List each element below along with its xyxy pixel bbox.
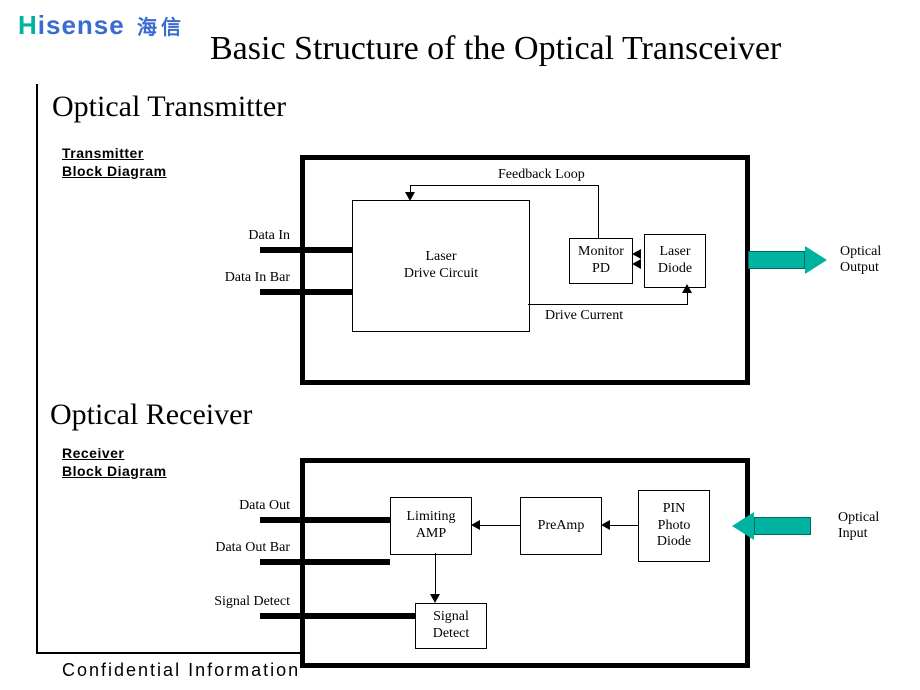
data-in-bar-wire (260, 289, 352, 295)
laser-drive-circuit-box: Laser Drive Circuit (352, 200, 530, 332)
preamp-box: PreAmp (520, 497, 602, 555)
transmitter-sub-line1: Transmitter (62, 145, 144, 161)
frame-vertical (36, 84, 38, 654)
data-in-wire (260, 247, 352, 253)
feedback-line-left (410, 185, 599, 186)
optical-input-arrow-icon (732, 514, 811, 538)
limiting-to-sig-arrowhead-icon (430, 594, 440, 603)
logo-rest: isense (38, 10, 125, 40)
transmitter-section-title: Optical Transmitter (52, 90, 286, 124)
optical-output-arrow-icon (748, 248, 827, 272)
pin-to-preamp-arrowhead-icon (601, 520, 610, 530)
preamp-to-limiting-line (480, 525, 520, 526)
drive-current-label: Drive Current (545, 308, 623, 324)
feedback-loop-label: Feedback Loop (498, 167, 585, 183)
limiting-amp-box: Limiting AMP (390, 497, 472, 555)
drive-current-arrowhead-icon (682, 284, 692, 293)
receiver-sub-title: Receiver Block Diagram (62, 445, 167, 480)
drive-current-line-h (528, 304, 688, 305)
data-out-bar-label: Data Out Bar (180, 540, 290, 556)
preamp-to-limiting-arrowhead-icon (471, 520, 480, 530)
feedback-line-up (598, 185, 599, 238)
data-in-bar-label: Data In Bar (180, 270, 290, 286)
logo-letter-h: H (18, 10, 38, 40)
data-out-label: Data Out (180, 498, 290, 514)
receiver-sub-line2: Block Diagram (62, 463, 167, 479)
page-title: Basic Structure of the Optical Transceiv… (210, 30, 781, 68)
signal-detect-box: Signal Detect (415, 603, 487, 649)
pin-photo-diode-box: PIN Photo Diode (638, 490, 710, 562)
signal-detect-wire (260, 613, 415, 619)
pd-laser-arrow-2 (632, 259, 641, 269)
monitor-pd-box: Monitor PD (569, 238, 633, 284)
receiver-sub-line1: Receiver (62, 445, 124, 461)
receiver-section-title: Optical Receiver (50, 398, 252, 432)
pd-laser-arrow-1 (632, 249, 641, 259)
transmitter-sub-line2: Block Diagram (62, 163, 167, 179)
data-out-bar-wire (260, 559, 390, 565)
limiting-to-sig-line (435, 553, 436, 596)
optical-output-label: Optical Output (840, 244, 881, 276)
logo-chinese: 海信 (137, 17, 185, 39)
data-in-label: Data In (180, 228, 290, 244)
hisense-logo: Hisense 海信 (18, 10, 185, 41)
transmitter-sub-title: Transmitter Block Diagram (62, 145, 167, 180)
signal-detect-label: Signal Detect (180, 594, 290, 610)
confidential-label: Confidential Information (62, 660, 300, 681)
pin-to-preamp-line (610, 525, 638, 526)
data-out-wire (260, 517, 390, 523)
optical-input-label: Optical Input (838, 510, 879, 542)
laser-diode-box: Laser Diode (644, 234, 706, 288)
feedback-arrowhead-icon (405, 192, 415, 201)
